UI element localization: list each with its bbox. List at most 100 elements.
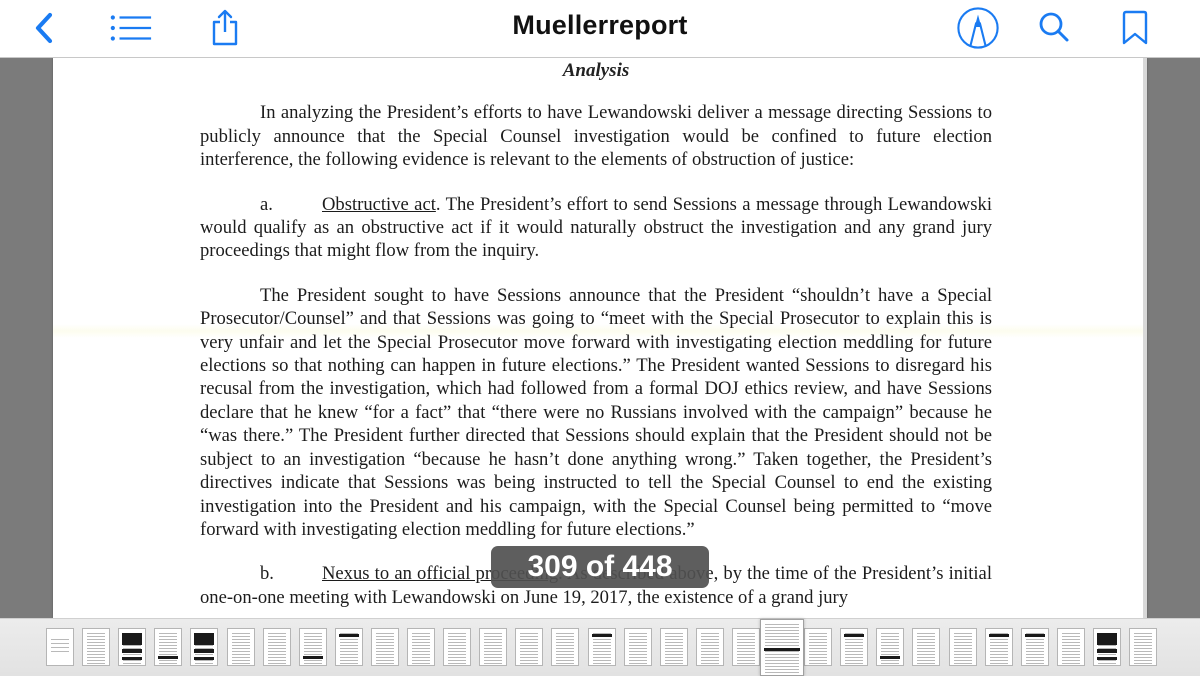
- thumbnail-text-line: [303, 651, 322, 652]
- thumbnail-text-line: [953, 645, 972, 646]
- thumbnail-text-line: [556, 660, 575, 661]
- thumbnail-text-line: [484, 651, 503, 652]
- page-content: Analysis In analyzing the President’s ef…: [200, 58, 992, 618]
- thumbnail-text-line: [1134, 651, 1152, 652]
- page-thumbnail[interactable]: [515, 628, 544, 666]
- thumbnail-text-line: [953, 642, 972, 643]
- thumbnail-text-line: [267, 657, 286, 658]
- thumbnail-text-line: [664, 642, 683, 643]
- thumbnail-text-line: [375, 633, 394, 634]
- thumbnail-text-line: [917, 663, 936, 664]
- page-thumbnail[interactable]: [840, 628, 869, 666]
- thumbnail-text-line: [700, 633, 719, 634]
- markup-button[interactable]: [956, 7, 1000, 49]
- thumbnail-text-line: [592, 660, 611, 661]
- thumbnail-text-line: [1061, 633, 1080, 634]
- page-thumbnail[interactable]: [948, 628, 977, 666]
- thumbnail-text-line: [123, 663, 142, 664]
- thumbnail-text-line: [1134, 657, 1152, 658]
- thumbnail-text-line: [917, 657, 936, 658]
- thumbnail-text-line: [628, 633, 647, 634]
- thumbnail-text-line: [664, 633, 683, 634]
- thumbnail-text-line: [736, 642, 755, 643]
- thumbnail-text-line: [664, 660, 683, 661]
- page-thumbnail[interactable]: [407, 628, 435, 666]
- page-thumbnail[interactable]: [154, 628, 183, 666]
- page-thumbnail[interactable]: [731, 628, 760, 666]
- page-thumbnail[interactable]: [1020, 628, 1049, 666]
- thumbnail-text-line: [412, 660, 430, 661]
- page-thumbnail[interactable]: [984, 628, 1013, 666]
- thumbnail-text-line: [765, 672, 799, 673]
- thumbnail-text-line: [375, 639, 394, 640]
- page-thumbnail-current[interactable]: [760, 619, 804, 676]
- page-thumbnail[interactable]: [443, 628, 472, 666]
- thumbnail-text-line: [339, 642, 358, 643]
- bookmark-button[interactable]: [1113, 8, 1157, 48]
- page-thumbnail[interactable]: [82, 628, 111, 666]
- thumbnail-text-line: [87, 660, 106, 661]
- thumbnail-text-line: [339, 657, 358, 658]
- page-thumbnail[interactable]: [226, 628, 255, 666]
- thumbnail-text-line: [267, 648, 286, 649]
- page-thumbnail[interactable]: [623, 628, 652, 666]
- thumbnail-text-line: [917, 639, 936, 640]
- search-button[interactable]: [1032, 8, 1076, 48]
- page-thumbnail[interactable]: [334, 628, 363, 666]
- thumbnail-text-line: [159, 651, 178, 652]
- thumbnail-text-line: [1061, 639, 1080, 640]
- thumbnail-text-line: [484, 636, 503, 637]
- page-thumbnail[interactable]: [479, 628, 508, 666]
- thumbnail-redaction: [1096, 633, 1117, 645]
- bookmark-icon: [1122, 10, 1148, 45]
- page-thumbnail[interactable]: [190, 628, 219, 666]
- item-a-label: a.: [260, 193, 273, 215]
- page-thumbnail[interactable]: [1129, 628, 1157, 666]
- thumbnail-text-line: [700, 651, 719, 652]
- thumbnail-text-line: [845, 663, 864, 664]
- page-thumbnail[interactable]: [659, 628, 688, 666]
- page-thumbnail[interactable]: [1092, 628, 1121, 666]
- thumbnail-text-line: [412, 654, 430, 655]
- page-thumbnail[interactable]: [370, 628, 399, 666]
- thumbnail-text-line: [809, 663, 828, 664]
- page-thumbnail-strip[interactable]: [0, 618, 1200, 676]
- thumbnail-text-line: [448, 633, 467, 634]
- thumbnail-text-line: [1134, 636, 1152, 637]
- thumbnail-text-line: [1134, 633, 1152, 634]
- thumbnail-text-line: [195, 645, 214, 646]
- thumbnail-text-line: [339, 639, 358, 640]
- thumbnail-text-line: [664, 648, 683, 649]
- page-thumbnail[interactable]: [46, 628, 74, 666]
- thumbnail-text-line: [520, 654, 539, 655]
- thumbnail-text-line: [448, 642, 467, 643]
- page-thumbnail[interactable]: [1056, 628, 1085, 666]
- thumbnail-text-line: [1061, 660, 1080, 661]
- pdf-page[interactable]: Analysis In analyzing the President’s ef…: [53, 58, 1147, 618]
- thumbnail-text-line: [989, 645, 1008, 646]
- thumbnail-text-line: [1025, 660, 1044, 661]
- thumbnail-text-line: [339, 654, 358, 655]
- page-thumbnail[interactable]: [695, 628, 724, 666]
- page-thumbnail[interactable]: [298, 628, 327, 666]
- page-thumbnail[interactable]: [551, 628, 580, 666]
- thumbnail-text-line: [628, 642, 647, 643]
- thumbnail-text-line: [1134, 639, 1152, 640]
- page-thumbnail[interactable]: [804, 628, 833, 666]
- thumbnail-text-line: [1134, 648, 1152, 649]
- thumbnail-text-line: [51, 647, 69, 648]
- thumbnail-text-line: [736, 651, 755, 652]
- thumbnail-text-line: [989, 660, 1008, 661]
- page-thumbnail[interactable]: [118, 628, 147, 666]
- thumbnail-text-line: [765, 630, 799, 631]
- thumbnail-text-line: [809, 651, 828, 652]
- thumbnail-text-line: [87, 636, 106, 637]
- page-thumbnail[interactable]: [912, 628, 941, 666]
- thumbnail-text-line: [87, 654, 106, 655]
- thumbnail-text-line: [953, 633, 972, 634]
- page-thumbnail[interactable]: [876, 628, 905, 666]
- thumbnail-text-line: [881, 654, 900, 655]
- thumbnail-text-line: [412, 648, 430, 649]
- page-thumbnail[interactable]: [587, 628, 616, 666]
- page-thumbnail[interactable]: [262, 628, 291, 666]
